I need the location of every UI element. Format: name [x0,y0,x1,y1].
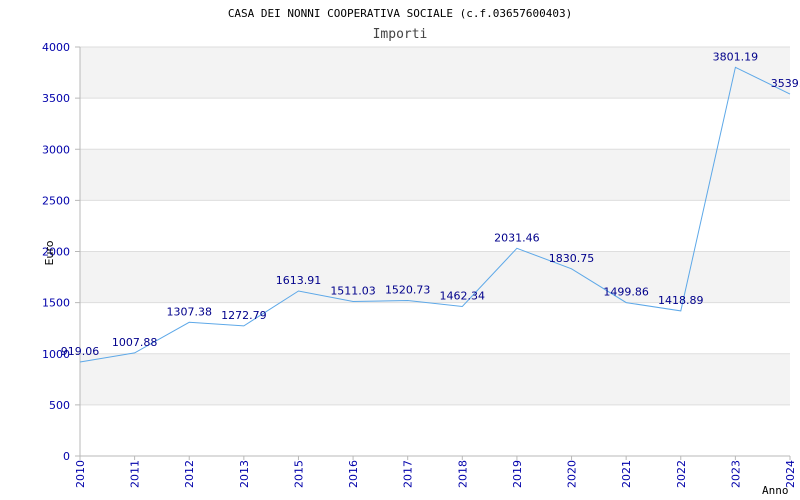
y-axis-label: Euro [43,240,56,265]
data-label: 1007.88 [112,336,158,349]
background-band [80,353,790,405]
data-label: 3801.19 [713,50,759,63]
y-tick-label: 3000 [42,143,70,156]
data-label: 1272.79 [221,309,267,322]
x-tick-label: 2020 [566,460,579,488]
x-axis-label: Anno [762,484,789,497]
data-label: 1520.73 [385,284,431,297]
y-tick-label: 0 [63,450,70,463]
data-label: 3539.6 [771,77,800,90]
x-tick-label: 2021 [620,460,633,488]
x-tick-label: 2018 [456,460,469,488]
line-chart: 05001000150020002500300035004000 2010 201… [42,7,800,497]
y-tick-label: 1500 [42,297,70,310]
x-tick-labels: 2010 2011 2012 2013 2015 2016 2017 2018 2019 2020… [74,460,797,488]
data-label: 1418.89 [658,294,704,307]
x-tick-label: 2023 [729,460,742,488]
x-tick-label: 2016 [347,460,360,488]
y-tick-label: 500 [49,399,70,412]
background-bands [80,47,790,405]
x-tick-label: 2011 [129,460,142,488]
x-tick-label: 2012 [183,460,196,488]
data-label: 919.06 [61,345,100,358]
chart-title: CASA DEI NONNI COOPERATIVA SOCIALE (c.f.… [228,7,572,20]
data-label: 1462.34 [440,289,486,302]
x-tick-label: 2013 [238,460,251,488]
x-tick-label: 2019 [511,460,524,488]
x-tick-label: 2022 [675,460,688,488]
x-tick-label: 2015 [292,460,305,488]
y-tick-label: 4000 [42,41,70,54]
data-label: 1830.75 [549,252,595,265]
background-band [80,47,790,99]
data-label: 1499.86 [603,286,649,299]
chart-subtitle: Importi [373,27,428,42]
background-band [80,149,790,201]
data-label: 1613.91 [276,274,322,287]
data-label: 2031.46 [494,231,540,244]
data-label: 1307.38 [166,305,212,318]
x-tick-label: 2010 [74,460,87,488]
x-tick-label: 2017 [402,460,415,488]
y-tick-label: 2500 [42,194,70,207]
y-tick-label: 3500 [42,92,70,105]
data-label: 1511.03 [330,284,376,297]
